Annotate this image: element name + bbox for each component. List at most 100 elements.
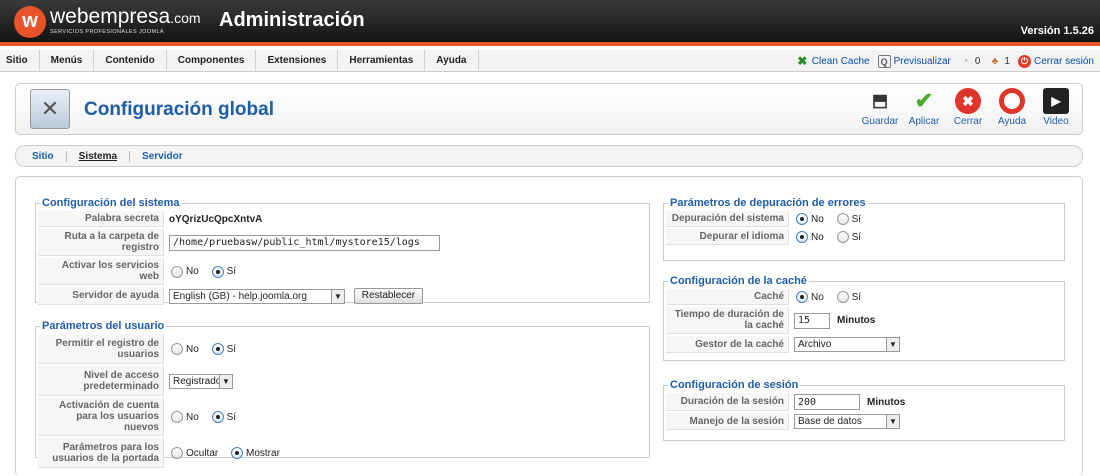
close-icon: ✖ xyxy=(955,88,981,114)
tab-sistema[interactable]: Sistema xyxy=(67,150,131,162)
menu-item-herramientas[interactable]: Herramientas xyxy=(338,50,426,72)
user-params-legend: Parámetros del usuario xyxy=(42,320,165,332)
allow-registration-yes-radio[interactable] xyxy=(211,343,224,355)
config-panel: Configuración del sistema Palabra secret… xyxy=(15,176,1083,476)
magnifier-icon: Q xyxy=(877,54,891,68)
cache-legend: Configuración de la caché xyxy=(670,275,807,287)
toolbar: ✕ Configuración global ⬒ Guardar ✔ Aplic… xyxy=(15,83,1083,135)
app-title: Administración xyxy=(219,9,365,31)
checkmark-icon: ✔ xyxy=(914,88,934,113)
chevron-down-icon: ▼ xyxy=(331,289,344,303)
secret-word-label: Palabra secreta xyxy=(38,211,164,227)
frontend-params-show-radio[interactable] xyxy=(231,447,244,459)
help-server-select[interactable]: English (GB) - help.joomla.org ▼ xyxy=(169,288,345,304)
preview-link[interactable]: Q Previsualizar xyxy=(877,54,951,68)
lifebuoy-icon xyxy=(999,88,1025,114)
main-menu-bar: Sitio Menús Contenido Componentes Extens… xyxy=(0,50,1100,72)
logout-link[interactable]: ⏻ Cerrar sesión xyxy=(1017,54,1094,68)
webempresa-logo[interactable]: w webempresa.com SERVICIOS PROFESIONALES… xyxy=(14,6,201,40)
web-services-no-radio[interactable] xyxy=(171,265,183,278)
logo-brand-suffix: .com xyxy=(170,10,201,26)
status-area: ✖ Clean Cache Q Previsualizar ◔ 0 ♣ 1 ⏻ … xyxy=(788,50,1094,72)
session-handler-label: Manejo de la sesión xyxy=(666,413,789,430)
session-lifetime-label: Duración de la sesión xyxy=(666,393,789,411)
chevron-down-icon: ▼ xyxy=(886,415,899,428)
frontend-params-hide-radio[interactable] xyxy=(171,447,183,459)
account-activation-no-radio[interactable] xyxy=(171,411,183,423)
debug-legend: Parámetros de depuración de errores xyxy=(670,197,866,209)
users-online-count[interactable]: ♣ 1 xyxy=(988,55,1010,68)
help-button[interactable]: Ayuda xyxy=(990,88,1034,127)
film-icon: ▶ xyxy=(1043,88,1069,114)
menu-item-menus[interactable]: Menús xyxy=(40,50,95,72)
save-icon: ⬒ xyxy=(871,91,889,110)
log-path-label: Ruta a la carpeta de registro xyxy=(38,229,164,256)
power-icon: ⏻ xyxy=(1017,54,1031,68)
reset-button[interactable]: Restablecer xyxy=(353,288,424,304)
logo-tagline: SERVICIOS PROFESIONALES JOOMLA xyxy=(50,29,164,35)
cache-time-input[interactable] xyxy=(794,312,830,329)
menu-item-sitio[interactable]: Sitio xyxy=(0,50,40,72)
logo-mark-icon: w xyxy=(14,6,46,38)
video-button[interactable]: ▶ Video xyxy=(1034,88,1078,127)
access-level-select[interactable]: Registrado ▼ xyxy=(169,373,233,389)
user-params-fieldset: Parámetros del usuario Permitir el regis… xyxy=(35,320,650,468)
close-button[interactable]: ✖ Cerrar xyxy=(946,88,990,127)
system-debug-yes-radio[interactable] xyxy=(836,213,849,225)
clean-cache-link[interactable]: ✖ Clean Cache xyxy=(796,53,869,68)
menu-item-componentes[interactable]: Componentes xyxy=(167,50,257,72)
allow-registration-label: Permitir el registro de usuarios xyxy=(38,334,164,364)
menu-item-extensiones[interactable]: Extensiones xyxy=(256,50,339,72)
version-label: Versión 1.5.26 xyxy=(1020,25,1094,37)
system-debug-no-radio[interactable] xyxy=(796,213,808,225)
tab-servidor[interactable]: Servidor xyxy=(130,151,195,162)
cache-time-label: Tiempo de duración de la caché xyxy=(666,307,789,334)
account-activation-label: Activación de cuenta para los usuarios n… xyxy=(38,398,164,436)
web-services-yes-radio[interactable] xyxy=(211,265,224,278)
cache-handler-select[interactable]: Archivo ▼ xyxy=(794,337,900,352)
cache-fieldset: Configuración de la caché Caché No Sí Ti… xyxy=(663,275,1065,361)
chevron-down-icon: ▼ xyxy=(886,338,899,351)
chevron-down-icon: ▼ xyxy=(219,374,232,388)
system-config-fieldset: Configuración del sistema Palabra secret… xyxy=(35,197,650,305)
session-lifetime-input[interactable] xyxy=(794,394,860,410)
apply-button[interactable]: ✔ Aplicar xyxy=(902,88,946,127)
page-title: Configuración global xyxy=(84,99,274,120)
cache-yes-radio[interactable] xyxy=(836,291,849,303)
access-level-label: Nivel de acceso predeterminado xyxy=(38,366,164,396)
secret-word-value: oYQrizUcQpcXntvA xyxy=(169,213,263,225)
session-fieldset: Configuración de sesión Duración de la s… xyxy=(663,379,1065,441)
cache-time-unit: Minutos xyxy=(837,315,876,326)
tab-sitio[interactable]: Sitio xyxy=(20,150,67,162)
logo-brand-name: webempresa xyxy=(50,5,171,28)
account-activation-yes-radio[interactable] xyxy=(211,411,224,423)
session-lifetime-unit: Minutos xyxy=(867,396,906,408)
system-debug-label: Depuración del sistema xyxy=(666,211,789,227)
frontend-params-label: Parámetros para los usuarios de la porta… xyxy=(38,438,164,468)
web-services-label: Activar los servicios web xyxy=(38,258,164,285)
debug-fieldset: Parámetros de depuración de errores Depu… xyxy=(663,197,1065,261)
help-server-label: Servidor de ayuda xyxy=(38,287,164,305)
save-button[interactable]: ⬒ Guardar xyxy=(858,88,902,127)
broom-icon: ✖ xyxy=(797,53,808,68)
toolbar-buttons: ⬒ Guardar ✔ Aplicar ✖ Cerrar Ayuda ▶ Vid… xyxy=(858,88,1078,127)
menu-item-contenido[interactable]: Contenido xyxy=(94,50,167,72)
menu-item-ayuda[interactable]: Ayuda xyxy=(425,50,479,72)
language-debug-yes-radio[interactable] xyxy=(836,231,849,243)
log-path-input[interactable] xyxy=(169,234,440,251)
language-debug-label: Depurar el idioma xyxy=(666,229,789,245)
session-handler-select[interactable]: Base de datos ▼ xyxy=(794,414,900,429)
system-config-legend: Configuración del sistema xyxy=(42,197,180,209)
app-header: w webempresa.com SERVICIOS PROFESIONALES… xyxy=(0,0,1100,46)
language-debug-no-radio[interactable] xyxy=(796,231,808,243)
allow-registration-no-radio[interactable] xyxy=(171,343,183,355)
cache-no-radio[interactable] xyxy=(796,291,808,303)
config-tabs: Sitio Sistema Servidor xyxy=(15,145,1083,167)
messages-icon: ◔ xyxy=(962,55,969,67)
cache-handler-label: Gestor de la caché xyxy=(666,336,789,353)
users-icon: ♣ xyxy=(991,55,999,67)
session-legend: Configuración de sesión xyxy=(670,379,799,391)
messages-count[interactable]: ◔ 0 xyxy=(959,55,980,68)
cache-label: Caché xyxy=(666,289,789,305)
configuration-tools-icon: ✕ xyxy=(30,89,70,129)
